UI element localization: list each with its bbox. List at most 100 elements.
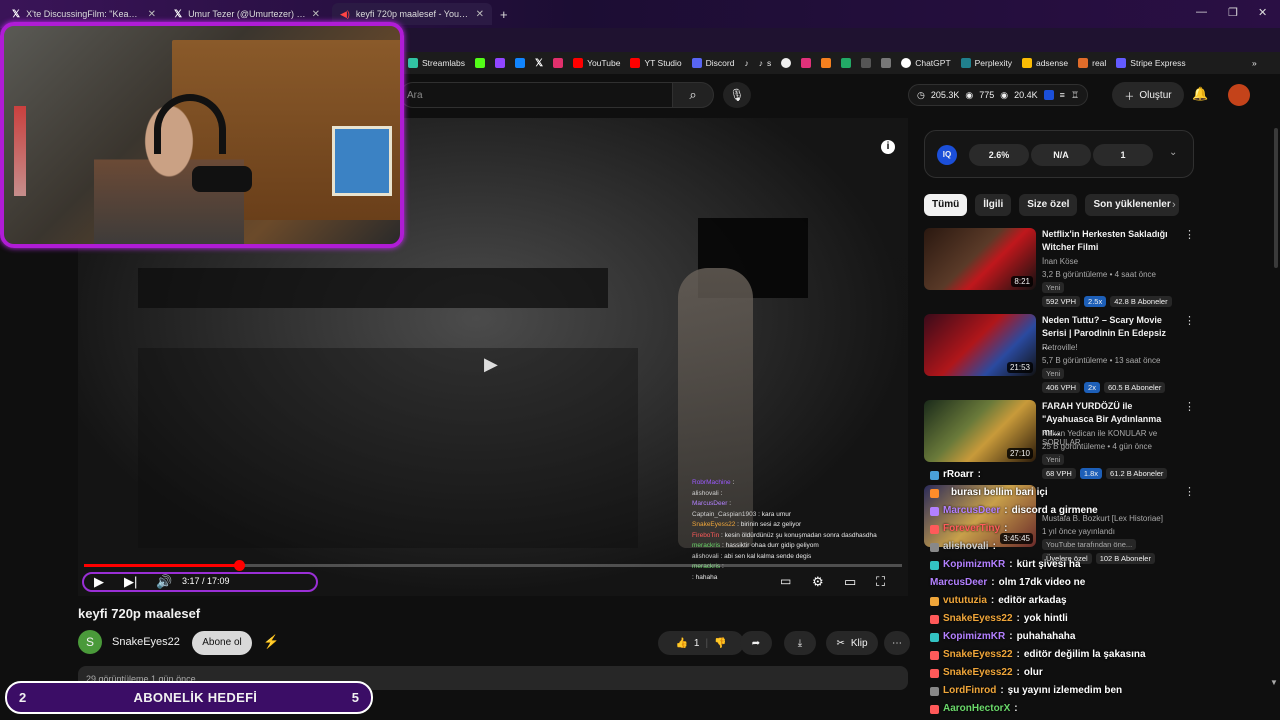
microphone-icon [192, 166, 252, 192]
settings-icon[interactable]: ⚙ [812, 574, 824, 590]
bookmark-misc[interactable] [781, 58, 792, 68]
bookmark-stripe[interactable]: Stripe Express [1116, 58, 1186, 68]
iq-icon[interactable] [1043, 90, 1054, 100]
scroll-thumb[interactable] [1274, 128, 1278, 268]
voice-search-button[interactable]: 🎙 [723, 82, 751, 108]
dislike-icon[interactable]: 👎 [714, 638, 726, 649]
recommendation-title[interactable]: Netflix'in Herkesten Sakladığı Witcher F… [1042, 228, 1174, 254]
scroll-down-icon[interactable]: ▼ [1270, 678, 1278, 687]
iq-logo[interactable]: IQ [937, 145, 957, 165]
chip-recent[interactable]: Son yüklenenler [1085, 194, 1179, 216]
stat-views: 205.3K [930, 90, 960, 100]
volume-icon[interactable]: 🔊 [156, 574, 172, 590]
bookmark-instagram[interactable] [553, 58, 564, 68]
more-icon[interactable]: ⋮ [1184, 228, 1195, 241]
recommendation-item[interactable]: 8:21 Netflix'in Herkesten Sakladığı Witch… [924, 228, 1195, 308]
recommendation-channel[interactable]: Retroville! [1042, 343, 1078, 352]
close-icon[interactable]: ✕ [148, 9, 156, 20]
bookmark-discord[interactable]: Discord [691, 58, 734, 68]
sidebar-scrollbar[interactable] [1272, 118, 1280, 678]
duration-badge: 8:21 [1011, 276, 1033, 287]
bookmark-youtube[interactable]: YouTube [573, 58, 620, 68]
bookmark-tiktok-s[interactable]: ♪ s [759, 58, 772, 68]
video-thumbnail[interactable]: 21:53 [924, 314, 1036, 376]
vph-badge: 592 VPH [1042, 296, 1081, 307]
channel-name[interactable]: SnakeEyes22 [112, 636, 180, 648]
bookmark-bluesky[interactable] [515, 58, 525, 68]
account-avatar[interactable] [1228, 84, 1250, 106]
fullscreen-icon[interactable]: ⛶ [876, 574, 885, 590]
channel-stats-widget[interactable]: ◷ 205.3K ◉ 775 ◉ 20.4K ≡ ♖ [908, 84, 1089, 106]
chat-message: SnakeEyess22 : yok hintli [930, 610, 1190, 628]
chevron-right-icon[interactable]: › [1172, 199, 1176, 211]
bookmark-perplexity[interactable]: Perplexity [960, 58, 1012, 68]
bookmark-misc[interactable] [841, 58, 852, 68]
search-button[interactable]: ⌕ [672, 82, 714, 108]
bookmark-misc[interactable] [861, 58, 872, 68]
bookmark-misc[interactable] [801, 58, 812, 68]
download-button[interactable]: ⤓ [784, 631, 816, 655]
theater-mode-icon[interactable]: ▭ [844, 574, 856, 590]
video-thumbnail[interactable]: 8:21 [924, 228, 1036, 290]
trophy-icon[interactable]: ♖ [1071, 90, 1079, 101]
kick-icon [475, 58, 485, 68]
play-button[interactable]: ▶ [94, 574, 104, 590]
minimize-icon[interactable]: — [1196, 6, 1207, 18]
bookmark-x[interactable]: 𝕏 [535, 58, 543, 69]
search-input[interactable]: Ara [400, 82, 672, 108]
close-icon[interactable]: ✕ [312, 9, 320, 20]
next-button[interactable]: ▶| [124, 574, 137, 590]
stat-watch: 20.4K [1014, 90, 1038, 100]
bookmark-kick[interactable] [475, 58, 485, 68]
chat-separator: : [1004, 523, 1008, 534]
bookmark-chatgpt[interactable]: ChatGPT [901, 58, 951, 68]
bookmark-real[interactable]: real [1078, 58, 1106, 68]
filter-chips: Tümü İlgili Size özel Son yüklenenler [924, 194, 1179, 216]
more-icon[interactable]: ⋮ [1184, 400, 1195, 413]
bookmark-misc[interactable] [881, 58, 892, 68]
progress-bar[interactable] [84, 560, 902, 571]
play-icon[interactable]: ▶ [484, 354, 498, 375]
bookmark-misc[interactable] [821, 58, 832, 68]
create-button[interactable]: ＋ Oluştur [1112, 82, 1184, 108]
chat-separator: : [1000, 685, 1004, 696]
bookmark-yt-studio[interactable]: YT Studio [630, 58, 682, 68]
chat-user: FireboTin [692, 531, 720, 539]
video-thumbnail[interactable]: 27:10 [924, 400, 1036, 462]
close-icon[interactable]: ✕ [476, 9, 484, 20]
info-icon[interactable]: i [881, 140, 895, 154]
bookmark-overflow[interactable]: » [1252, 58, 1257, 68]
channel-avatar[interactable]: S [78, 630, 102, 654]
chat-separator: : [990, 595, 995, 606]
list-icon[interactable]: ≡ [1060, 90, 1065, 100]
like-icon[interactable]: 👍 [675, 638, 687, 649]
more-actions-button[interactable]: ⋯ [884, 631, 910, 655]
circle-icon [781, 58, 792, 68]
chat-text: kesin öldürdünüz şu konuşmadan sonra das… [724, 531, 877, 539]
chip-for-you[interactable]: Size özel [1019, 194, 1078, 216]
clip-button[interactable]: ✂ Klip [826, 631, 878, 655]
orange-icon [821, 58, 832, 68]
maximize-icon[interactable]: ❐ [1228, 6, 1238, 19]
chat-badge-icon [930, 614, 939, 624]
subtitles-icon[interactable]: ▭ [780, 574, 791, 588]
new-tab-button[interactable]: + [496, 3, 516, 25]
chat-separator: : [718, 489, 723, 497]
bolt-icon[interactable]: ⚡ [263, 634, 279, 650]
bookmark-label: Stripe Express [1130, 58, 1186, 68]
bookmark-adsense[interactable]: adsense [1021, 58, 1068, 68]
close-window-icon[interactable]: ✕ [1258, 6, 1267, 19]
chip-all[interactable]: Tümü [924, 194, 968, 216]
bookmark-streamlabs[interactable]: Streamlabs [408, 58, 465, 68]
recommendation-channel[interactable]: İnan Köse [1042, 257, 1078, 266]
chevron-down-icon[interactable]: ⌄ [1169, 147, 1177, 158]
notifications-icon[interactable]: 🔔 [1192, 86, 1208, 102]
chip-related[interactable]: İlgili [975, 194, 1012, 216]
subscribe-button[interactable]: Abone ol [192, 631, 252, 655]
speaker-icon[interactable]: ◀) [340, 9, 350, 20]
more-icon[interactable]: ⋮ [1184, 314, 1195, 327]
bookmark-twitch[interactable] [495, 58, 505, 68]
recommendation-item[interactable]: 21:53 Neden Tuttu? – Scary Movie Serisi |… [924, 314, 1195, 394]
bookmark-tiktok[interactable]: ♪ [744, 58, 748, 68]
share-button[interactable]: ➦ [740, 631, 772, 655]
